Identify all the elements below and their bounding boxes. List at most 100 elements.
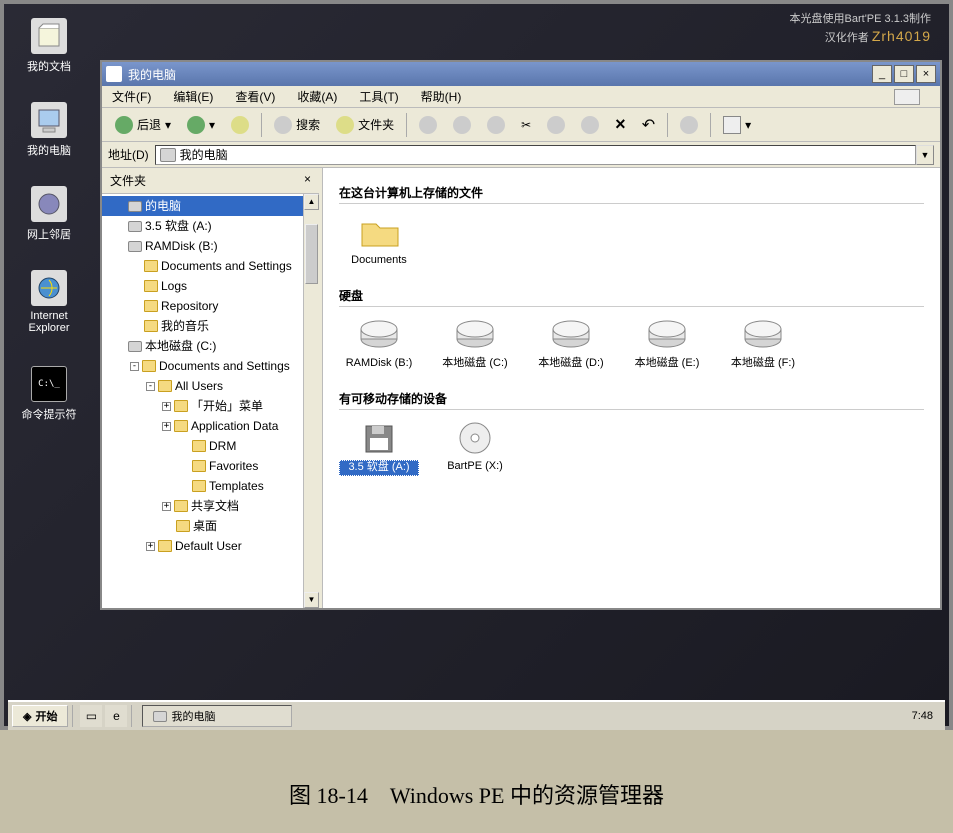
item-icon — [358, 317, 400, 353]
copy-icon — [453, 116, 471, 134]
expand-toggle[interactable]: + — [162, 502, 171, 511]
tree-item[interactable]: -Documents and Settings — [102, 356, 319, 376]
system-tray-clock[interactable]: 7:48 — [904, 710, 941, 722]
drive-icon — [128, 201, 142, 212]
desktop-icon-computer[interactable]: 我的电脑 — [14, 102, 84, 158]
folder-tree[interactable]: 的电脑3.5 软盘 (A:)RAMDisk (B:)Documents and … — [102, 194, 319, 608]
quick-launch-desktop[interactable]: ▭ — [80, 705, 102, 727]
tree-item[interactable]: Favorites — [102, 456, 319, 476]
tree-item[interactable]: +「开始」菜单 — [102, 396, 319, 416]
address-label: 地址(D) — [108, 146, 149, 163]
item-label: 3.5 软盘 (A:) — [339, 460, 419, 475]
tree-item[interactable]: RAMDisk (B:) — [102, 236, 319, 256]
paste-button[interactable] — [480, 112, 512, 138]
minimize-button[interactable]: _ — [872, 65, 892, 83]
scroll-down-button[interactable]: ▼ — [304, 592, 319, 608]
up-button[interactable] — [224, 112, 256, 138]
tree-scrollbar[interactable]: ▲ ▼ — [303, 194, 319, 608]
desktop-icon-network[interactable]: 网上邻居 — [14, 186, 84, 242]
tree-item[interactable]: 我的音乐 — [102, 316, 319, 336]
tree-item[interactable]: +共享文档 — [102, 496, 319, 516]
expand-toggle[interactable]: - — [130, 362, 139, 371]
move-button[interactable] — [412, 112, 444, 138]
tree-item[interactable]: + Default User — [102, 536, 319, 556]
figure-caption: 图 18-14 Windows PE 中的资源管理器 — [0, 778, 953, 810]
sidebar-title: 文件夹 — [110, 172, 146, 189]
expand-toggle[interactable]: + — [162, 422, 171, 431]
tree-item[interactable]: 本地磁盘 (C:) — [102, 336, 319, 356]
back-button[interactable]: 后退 ▾ — [108, 112, 178, 138]
forward-button[interactable]: ▾ — [180, 112, 222, 138]
views-button[interactable]: ▾ — [716, 112, 758, 138]
delete-button[interactable]: × — [608, 112, 633, 138]
desktop-icon-ie[interactable]: Internet Explorer — [14, 270, 84, 334]
folder-tree-pane: 文件夹 × 的电脑3.5 软盘 (A:)RAMDisk (B:)Document… — [102, 168, 322, 608]
folder-icon — [144, 300, 158, 312]
taskbar-item-explorer[interactable]: 我的电脑 — [142, 705, 292, 727]
item-label: RAMDisk (B:) — [339, 357, 419, 370]
menu-edit[interactable]: 编辑(E) — [169, 86, 217, 107]
quick-launch-ie[interactable]: e — [105, 705, 127, 727]
properties-button[interactable] — [673, 112, 705, 138]
search-button[interactable]: 搜索 — [267, 112, 327, 138]
drive-icon — [128, 221, 142, 232]
expand-toggle[interactable]: + — [162, 402, 171, 411]
undo-button[interactable]: ↶ — [635, 112, 662, 138]
copy-button[interactable] — [446, 112, 478, 138]
desktop-icon-cmd[interactable]: C:\_ 命令提示符 — [14, 366, 84, 422]
paste2-button[interactable] — [574, 112, 606, 138]
drive-item[interactable]: 本地磁盘 (E:) — [627, 317, 707, 370]
titlebar[interactable]: 我的电脑 _ □ × — [102, 62, 940, 86]
group-files: 在这台计算机上存储的文件 — [339, 178, 924, 204]
copy2-button[interactable] — [540, 112, 572, 138]
menu-help[interactable]: 帮助(H) — [417, 86, 466, 107]
menubar: 文件(F) 编辑(E) 查看(V) 收藏(A) 工具(T) 帮助(H) — [102, 86, 940, 108]
address-dropdown[interactable]: ▼ — [916, 145, 934, 165]
address-input[interactable]: 我的电脑 — [155, 145, 916, 165]
computer-icon — [31, 102, 67, 138]
tree-item[interactable]: -All Users — [102, 376, 319, 396]
menu-favorites[interactable]: 收藏(A) — [293, 86, 341, 107]
tree-item[interactable]: 桌面 — [102, 516, 319, 536]
tree-item[interactable]: + Application Data — [102, 416, 319, 436]
menu-tools[interactable]: 工具(T) — [355, 86, 402, 107]
tree-item[interactable]: 的电脑 — [102, 196, 319, 216]
item-label: Documents — [339, 254, 419, 267]
tree-item[interactable]: Templates — [102, 476, 319, 496]
start-button[interactable]: ◈ 开始 — [12, 705, 68, 727]
tree-item[interactable]: DRM — [102, 436, 319, 456]
item-label: 本地磁盘 (C:) — [435, 357, 515, 370]
drive-item[interactable]: 本地磁盘 (D:) — [531, 317, 611, 370]
main-content-pane[interactable]: 在这台计算机上存储的文件 Documents 硬盘 RAMDisk (B:)本地… — [322, 168, 940, 608]
desktop-icon-documents[interactable]: 我的文档 — [14, 18, 84, 74]
cut-button[interactable]: ✂ — [514, 112, 538, 138]
close-button[interactable]: × — [916, 65, 936, 83]
window-icon — [106, 66, 122, 82]
maximize-button[interactable]: □ — [894, 65, 914, 83]
taskbar-item-label: 我的电脑 — [171, 708, 215, 724]
drive-item[interactable]: 本地磁盘 (F:) — [723, 317, 803, 370]
drive-item[interactable]: Documents — [339, 214, 419, 267]
tree-item[interactable]: Logs — [102, 276, 319, 296]
drive-item[interactable]: 3.5 软盘 (A:) — [339, 420, 419, 475]
tree-item-label: Default User — [175, 537, 242, 555]
drive-item[interactable]: RAMDisk (B:) — [339, 317, 419, 370]
menu-view[interactable]: 查看(V) — [231, 86, 279, 107]
scroll-up-button[interactable]: ▲ — [304, 194, 319, 210]
menu-file[interactable]: 文件(F) — [108, 86, 155, 107]
tree-item[interactable]: 3.5 软盘 (A:) — [102, 216, 319, 236]
scroll-thumb[interactable] — [305, 224, 318, 284]
sidebar-close-button[interactable]: × — [304, 172, 311, 189]
expand-toggle[interactable]: + — [146, 542, 155, 551]
sidebar-header: 文件夹 × — [102, 168, 319, 194]
tree-item[interactable]: Documents and Settings — [102, 256, 319, 276]
tree-item-label: Application Data — [191, 417, 278, 435]
drive-item[interactable]: BartPE (X:) — [435, 420, 515, 475]
ie-icon — [31, 270, 67, 306]
folders-button[interactable]: 文件夹 — [329, 112, 401, 138]
expand-toggle[interactable]: - — [146, 382, 155, 391]
tree-item-label: Templates — [209, 477, 264, 495]
toolbar: 后退 ▾ ▾ 搜索 文件夹 ✂ × ↶ ▾ — [102, 108, 940, 142]
tree-item[interactable]: Repository — [102, 296, 319, 316]
drive-item[interactable]: 本地磁盘 (C:) — [435, 317, 515, 370]
